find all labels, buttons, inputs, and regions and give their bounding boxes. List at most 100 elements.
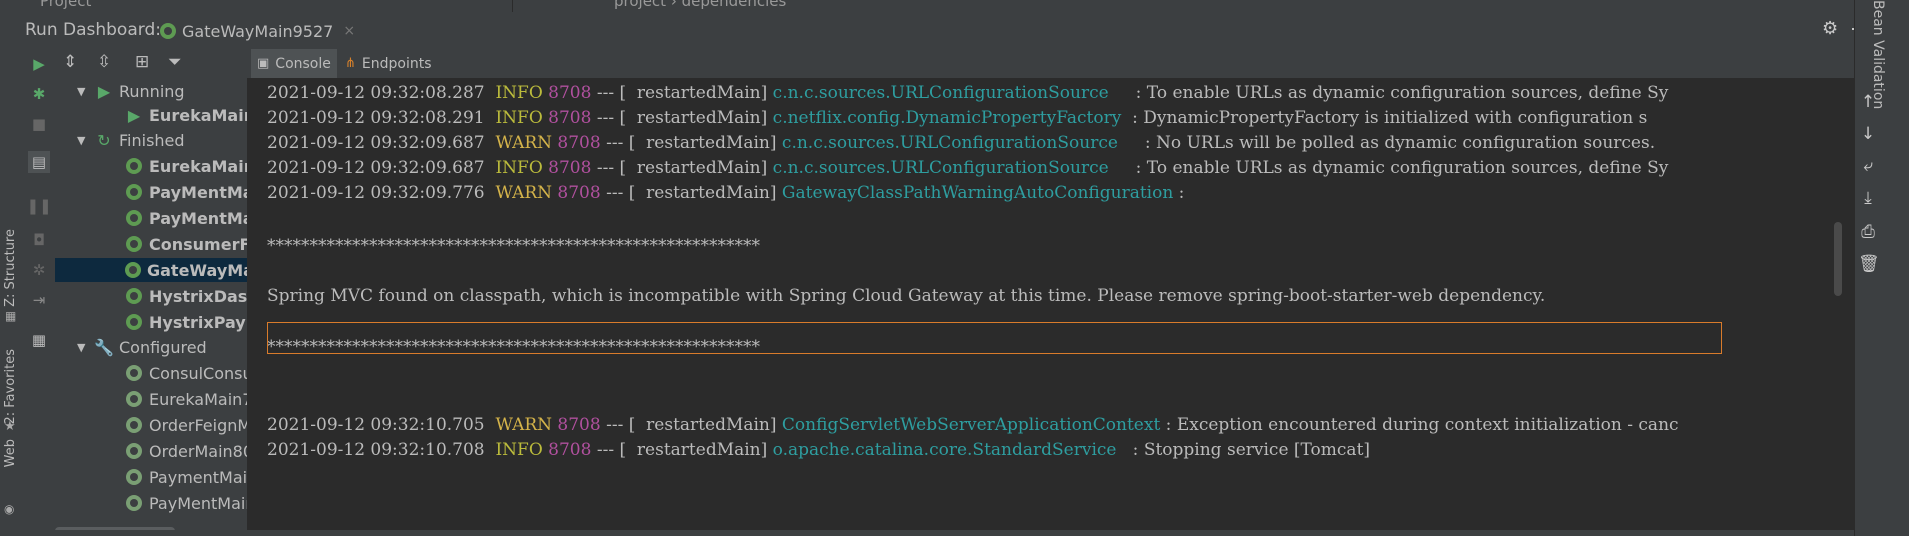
tree-item[interactable]: ConsulConsum: [125, 361, 247, 385]
run-dashboard-header: Run Dashboard: GateWayMain9527 ×: [0, 12, 1854, 50]
structure-icon: ▦: [5, 309, 17, 323]
spring-boot-icon: [125, 235, 143, 253]
run-icon[interactable]: ▶: [28, 53, 50, 75]
tree-group-running[interactable]: ▼ ▶ Running: [77, 79, 185, 103]
trash-icon[interactable]: 🗑: [1858, 254, 1880, 274]
console-icon: ▣: [257, 56, 270, 71]
tree-item-label: HystrixDashb: [149, 286, 247, 306]
tree-item[interactable]: OrderMain80: [125, 439, 247, 463]
group-label: Configured: [119, 337, 207, 357]
tree-item-selected[interactable]: GateWayMain: [55, 258, 247, 282]
tree-item[interactable]: EurekaMain7: [125, 154, 247, 178]
bottom-bar: [0, 530, 1854, 536]
expand-all-icon[interactable]: ⇕: [63, 52, 77, 72]
highlight-box: [267, 322, 1722, 354]
pause-icon[interactable]: ❚❚: [26, 195, 51, 217]
spring-boot-icon: [125, 364, 143, 382]
tree-item-label: ConsumerFei: [149, 234, 247, 254]
spring-boot-icon: [125, 157, 143, 175]
tree-item[interactable]: PayMentMain: [125, 206, 247, 230]
console-scroll-thumb[interactable]: [1834, 222, 1842, 296]
gear-icon[interactable]: ⚙: [1822, 18, 1838, 39]
run-tree: ⇕ ⇳ ⊞ ⏷ ▼ ▶ Running ▶ EurekaMain7 ▼ ↻ Fi…: [55, 49, 247, 525]
close-icon[interactable]: ×: [343, 23, 355, 39]
group-by-icon[interactable]: ⊞: [135, 52, 149, 72]
debug-icon[interactable]: ✱: [28, 83, 50, 105]
layout-icon[interactable]: ▦: [28, 329, 50, 351]
caret-down-icon: ▼: [77, 340, 86, 354]
console-output[interactable]: 2021-09-12 09:32:08.287 INFO 8708 --- [ …: [247, 79, 1847, 536]
tree-item-label: ConsulConsum: [149, 363, 247, 383]
scroll-up-icon[interactable]: ↑: [1858, 92, 1878, 112]
collapse-all-icon[interactable]: ⇳: [97, 52, 111, 72]
tab-gateway[interactable]: GateWayMain9527 ×: [160, 18, 355, 44]
web-icon: ◉: [4, 502, 15, 516]
stop-icon[interactable]: ■: [28, 113, 50, 135]
spring-mvc-warning: Spring MVC found on classpath, which is …: [267, 286, 1546, 306]
exit-icon[interactable]: ⇥: [28, 289, 50, 311]
tab-label: Console: [275, 55, 331, 72]
run-icon: ▶: [97, 81, 111, 101]
caret-down-icon: ▼: [77, 84, 86, 98]
run-tool-column: ▶ ✱ ■ ▤ ❚❚ ◘ ✲ ⇥ ▦: [23, 49, 55, 536]
tab-console[interactable]: ▣ Console: [251, 49, 337, 78]
tree-item-label: PayMentMain: [149, 182, 247, 202]
tab-label: GateWayMain9527: [182, 21, 334, 41]
caret-down-icon: ▼: [77, 133, 86, 147]
spring-boot-icon: [125, 494, 143, 512]
tree-item-label: PayMentMain: [149, 493, 247, 513]
log-line: 2021-09-12 09:32:09.687 INFO 8708 --- [ …: [267, 158, 1669, 178]
project-label[interactable]: Project: [40, 0, 91, 10]
breadcrumb[interactable]: project › dependencies: [614, 0, 786, 10]
filter-icon[interactable]: ⏷: [168, 52, 182, 72]
log-line: 2021-09-12 09:32:10.705 WARN 8708 --- [ …: [267, 415, 1679, 435]
log-line: 2021-09-12 09:32:10.708 INFO 8708 --- [ …: [267, 440, 1371, 460]
tree-item-label: PayMentMain: [149, 208, 247, 228]
stars-line: ****************************************…: [267, 236, 760, 256]
left-tool-strip: Z: Structure ▦ 2: Favorites ★ Web ◉: [0, 49, 24, 536]
tree-item[interactable]: ConsumerFei: [125, 232, 247, 256]
tree-item-label: GateWayMain: [147, 260, 247, 280]
star-icon: ★: [4, 419, 16, 434]
spring-boot-icon: [125, 416, 143, 434]
camera-icon[interactable]: ◘: [28, 229, 50, 251]
soft-wrap-icon[interactable]: ⤶: [1858, 156, 1878, 176]
tree-item-label: EurekaMain70: [149, 389, 247, 409]
settings-icon[interactable]: ✲: [28, 259, 50, 281]
print-icon[interactable]: ⎙: [1858, 222, 1878, 242]
top-strip: Project project › dependencies: [0, 0, 1909, 12]
endpoints-icon: ⋔: [345, 56, 356, 71]
tree-group-configured[interactable]: ▼ 🔧 Configured: [77, 335, 207, 359]
tree-item[interactable]: HystrixPayme: [125, 310, 247, 334]
spring-boot-icon: [125, 313, 143, 331]
favorites-tab[interactable]: 2: Favorites: [3, 349, 18, 425]
group-label: Running: [119, 81, 185, 101]
spring-boot-icon: [125, 390, 143, 408]
run-dashboard-title: Run Dashboard:: [25, 20, 161, 40]
spring-boot-icon: [125, 442, 143, 460]
tab-endpoints[interactable]: ⋔ Endpoints: [339, 49, 438, 78]
spring-boot-icon: [125, 261, 141, 279]
scroll-down-icon[interactable]: ↓: [1858, 124, 1878, 144]
tree-item[interactable]: ▶ EurekaMain7: [125, 103, 247, 127]
tree-item[interactable]: PayMentMain: [125, 180, 247, 204]
scroll-to-end-icon[interactable]: ⤓: [1858, 188, 1878, 208]
web-tab[interactable]: Web: [3, 439, 18, 467]
tree-item-label: EurekaMain7: [149, 105, 247, 125]
tree-item[interactable]: PayMentMain: [125, 491, 247, 515]
tree-item[interactable]: EurekaMain70: [125, 387, 247, 411]
log-line: 2021-09-12 09:32:08.287 INFO 8708 --- [ …: [267, 83, 1669, 103]
tree-item[interactable]: OrderFeignM: [125, 413, 247, 437]
tree-item[interactable]: HystrixDashb: [125, 284, 247, 308]
divider: [512, 0, 513, 12]
tree-group-finished[interactable]: ▼ ↻ Finished: [77, 128, 185, 152]
tree-item[interactable]: PaymentMain: [125, 465, 247, 489]
tree-item-label: PaymentMain: [149, 467, 247, 487]
spring-boot-icon: [125, 209, 143, 227]
rerun-icon: ↻: [97, 130, 111, 150]
spring-boot-icon: [125, 468, 143, 486]
structure-tab[interactable]: Z: Structure: [3, 229, 18, 307]
group-icon[interactable]: ▤: [28, 151, 50, 173]
log-line: 2021-09-12 09:32:08.291 INFO 8708 --- [ …: [267, 108, 1648, 128]
tree-item-label: OrderFeignM: [149, 415, 247, 435]
